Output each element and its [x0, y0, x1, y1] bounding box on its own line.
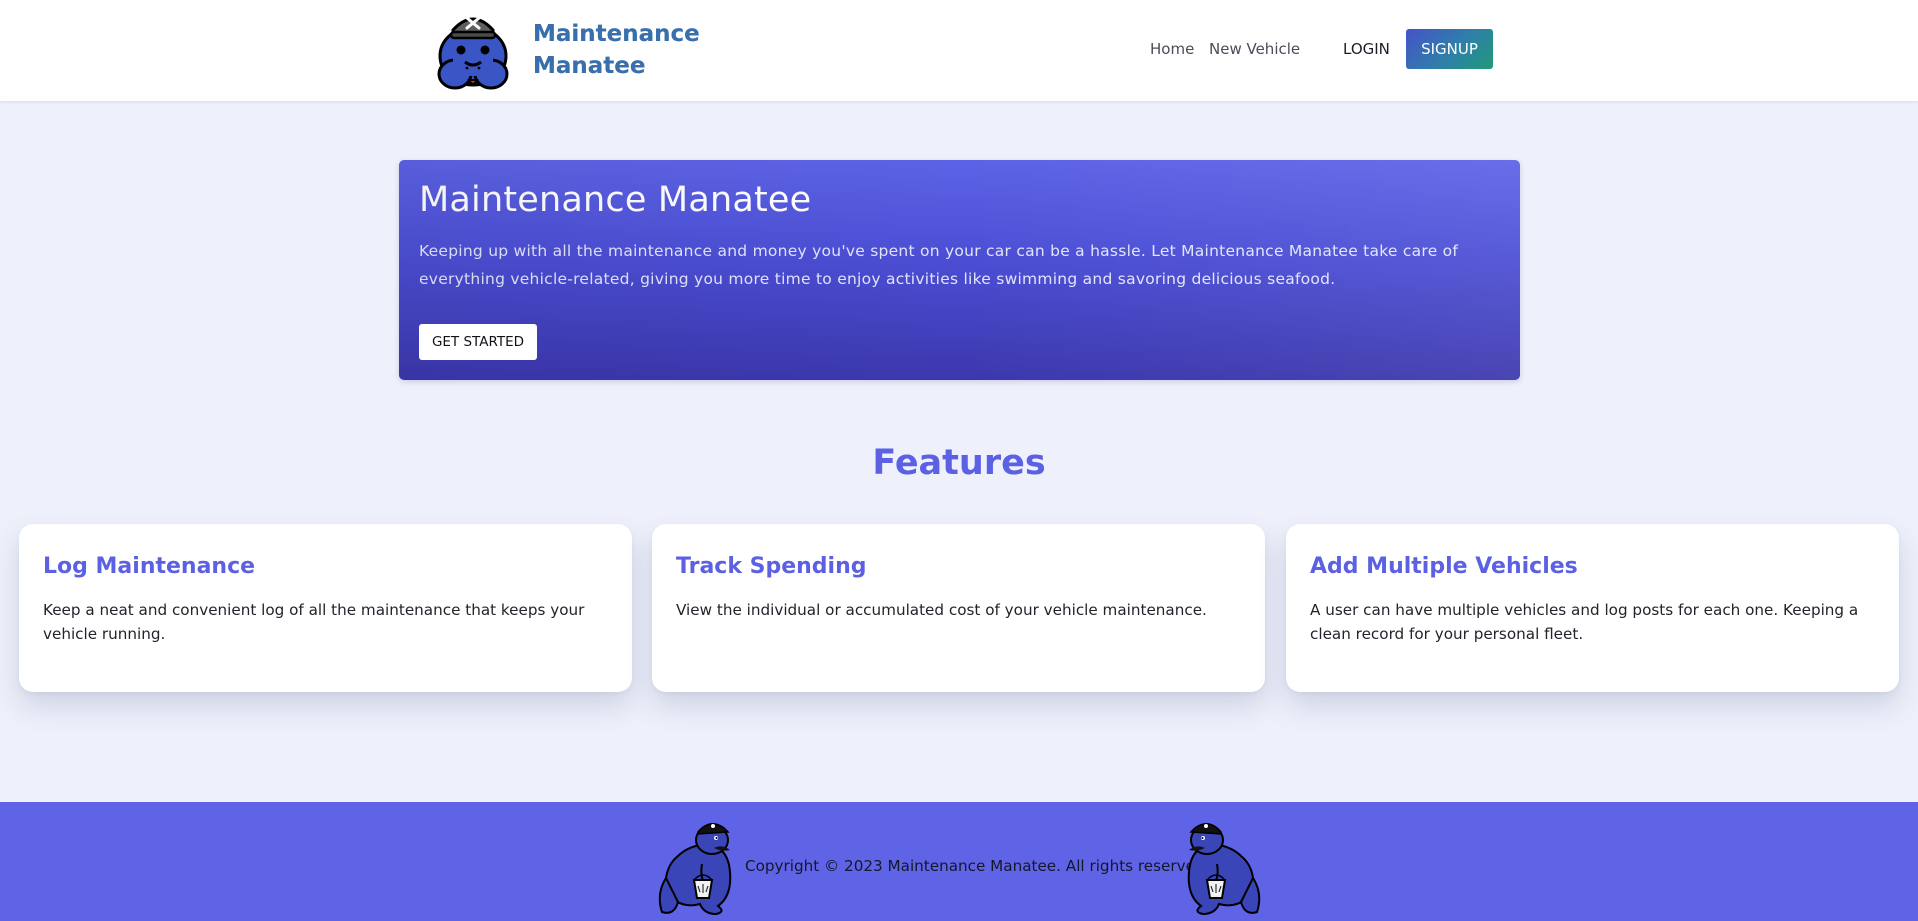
hero-banner: Maintenance Manatee Keeping up with all …: [399, 160, 1520, 380]
feature-card-title: Log Maintenance: [43, 554, 256, 579]
copyright-text: Copyright © 2023 Maintenance Manatee. Al…: [745, 857, 1210, 875]
feature-card-title: Track Spending: [676, 554, 867, 579]
feature-card-text: View the individual or accumulated cost …: [676, 601, 1207, 619]
nav-home-link[interactable]: Home: [1150, 40, 1194, 58]
feature-card-track-spending: Track Spending View the individual or ac…: [652, 524, 1265, 692]
brand-name: Maintenance Manatee: [533, 18, 700, 82]
site-header: Maintenance Manatee Home New Vehicle LOG…: [0, 0, 1918, 102]
brand-name-line2: Manatee: [533, 53, 646, 79]
brand-name-line1: Maintenance: [533, 21, 700, 47]
hero-title: Maintenance Manatee: [419, 180, 812, 220]
get-started-button[interactable]: GET STARTED: [419, 324, 537, 360]
signup-button[interactable]: SIGNUP: [1406, 29, 1493, 69]
feature-card-text: A user can have multiple vehicles and lo…: [1310, 601, 1859, 643]
feature-card-log-maintenance: Log Maintenance Keep a neat and convenie…: [19, 524, 632, 692]
features-heading: Features: [872, 443, 1046, 483]
manatee-mascot-icon: [658, 823, 732, 916]
brand-link[interactable]: Maintenance Manatee: [431, 4, 700, 96]
login-link[interactable]: LOGIN: [1343, 40, 1390, 58]
feature-card-add-multiple-vehicles: Add Multiple Vehicles A user can have mu…: [1286, 524, 1899, 692]
hero-description: Keeping up with all the maintenance and …: [419, 242, 1459, 288]
manatee-logo-icon: [437, 16, 509, 90]
nav-new-vehicle-link[interactable]: New Vehicle: [1209, 40, 1300, 58]
site-footer: Copyright © 2023 Maintenance Manatee. Al…: [0, 802, 1918, 921]
manatee-mascot-icon: [1187, 823, 1261, 916]
feature-card-title: Add Multiple Vehicles: [1310, 554, 1578, 579]
feature-card-text: Keep a neat and convenient log of all th…: [43, 601, 585, 643]
